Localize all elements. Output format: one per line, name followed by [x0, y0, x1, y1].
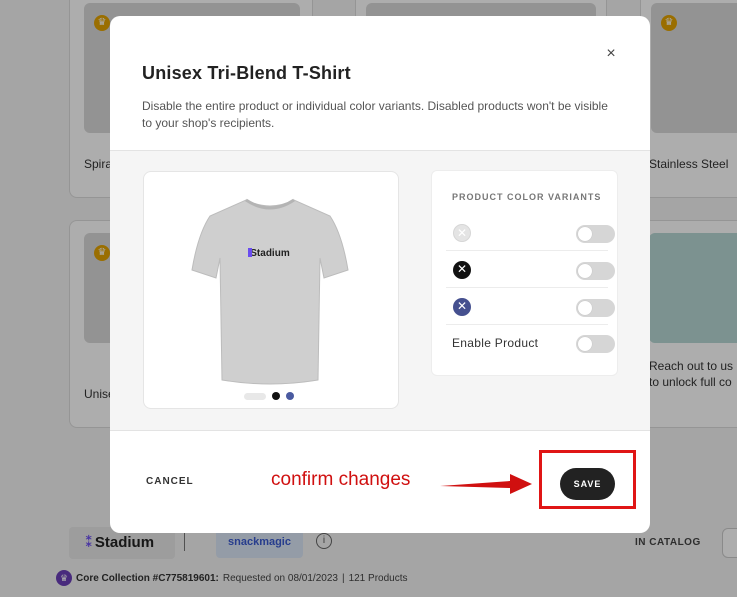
variants-title: PRODUCT COLOR VARIANTS	[452, 192, 602, 202]
carousel-dot-active[interactable]	[272, 392, 280, 400]
annotation-highlight-box	[539, 450, 636, 509]
carousel-dot[interactable]	[244, 392, 266, 400]
variant-row: ✕	[446, 252, 615, 288]
carousel-dots	[244, 392, 294, 400]
color-swatch-icon: ✕	[453, 298, 471, 316]
enable-product-row: Enable Product	[446, 325, 615, 361]
toggle-knob	[578, 227, 592, 241]
modal-description: Disable the entire product or individual…	[142, 99, 608, 130]
modal-title: Unisex Tri-Blend T-Shirt	[142, 63, 351, 83]
enable-product-label: Enable Product	[452, 336, 539, 350]
divider	[110, 430, 650, 431]
close-icon[interactable]: ×	[601, 44, 621, 64]
enable-product-toggle[interactable]	[576, 335, 615, 353]
annotation-arrow-icon	[440, 474, 532, 494]
toggle-knob	[578, 264, 592, 278]
variant-toggle[interactable]	[576, 262, 615, 280]
cancel-button[interactable]: CANCEL	[146, 476, 194, 487]
variant-toggle[interactable]	[576, 225, 615, 243]
annotation-text: confirm changes	[271, 469, 411, 490]
toggle-knob	[578, 337, 592, 351]
toggle-knob	[578, 301, 592, 315]
color-variants-panel: PRODUCT COLOR VARIANTS ✕ ✕ ✕ Enable Prod…	[431, 170, 618, 376]
variant-row: ✕	[446, 289, 615, 325]
carousel-dot[interactable]	[286, 392, 294, 400]
variant-toggle[interactable]	[576, 299, 615, 317]
tshirt-image: Stadium	[191, 198, 349, 385]
variant-row: ✕	[446, 215, 615, 251]
color-swatch-icon: ✕	[453, 261, 471, 279]
tshirt-logo-text: Stadium	[250, 248, 290, 259]
product-image-card: Stadium	[143, 171, 399, 409]
color-swatch-icon: ✕	[453, 224, 471, 242]
